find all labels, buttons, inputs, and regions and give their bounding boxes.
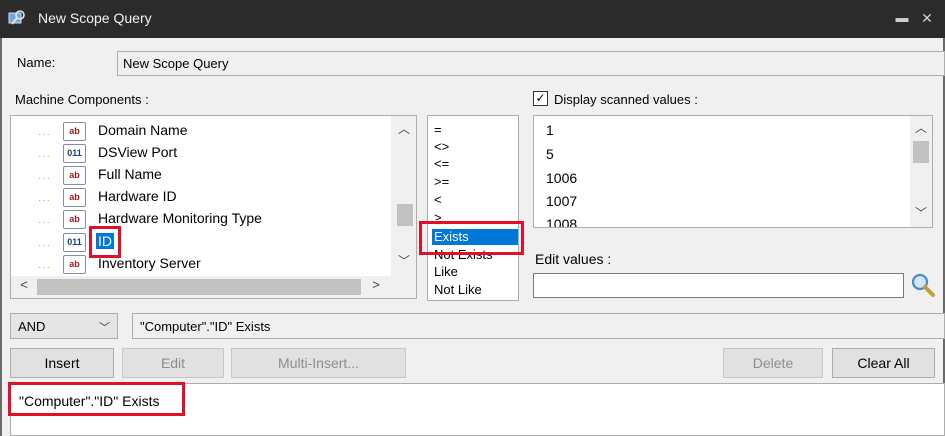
window-title: New Scope Query xyxy=(38,10,152,26)
edit-values-input[interactable] xyxy=(533,273,904,298)
operator-item[interactable]: Not Like xyxy=(432,282,518,298)
display-scanned-values-label: Display scanned values : xyxy=(554,92,698,107)
tree-horizontal-scrollbar[interactable]: < > xyxy=(11,276,391,298)
title-bar: New Scope Query ▬ ✕ xyxy=(0,0,945,38)
tree-connector: ··· xyxy=(38,217,51,228)
edit-button[interactable]: Edit xyxy=(122,348,224,378)
tree-item[interactable]: ··· 011 DSView Port xyxy=(11,141,391,163)
operator-item[interactable]: > xyxy=(432,210,518,220)
value-item[interactable]: 1007 xyxy=(546,193,577,209)
operator-item-selected[interactable]: Exists xyxy=(432,229,518,245)
numeric-field-icon: 011 xyxy=(63,233,86,252)
scroll-thumb[interactable] xyxy=(37,279,361,295)
tree-connector: ··· xyxy=(38,173,51,184)
value-item[interactable]: 1008 xyxy=(546,216,577,227)
operator-item[interactable]: < xyxy=(432,192,518,208)
tree-item-label: Domain Name xyxy=(98,122,188,138)
edit-values-label: Edit values : xyxy=(535,251,612,267)
operator-item[interactable]: <> xyxy=(432,139,518,155)
value-item[interactable]: 1 xyxy=(546,122,554,138)
display-scanned-values-checkbox[interactable]: ✓ xyxy=(533,91,548,106)
clear-all-button[interactable]: Clear All xyxy=(832,348,935,378)
text-field-icon: ab xyxy=(63,188,86,207)
tree-connector: ··· xyxy=(38,240,51,251)
name-input[interactable]: New Scope Query xyxy=(117,51,945,76)
text-field-icon: ab xyxy=(63,255,86,274)
tree-item[interactable]: ··· ab Inventory Server xyxy=(11,252,391,274)
scanned-values-list[interactable]: 1 5 1006 1007 1008 ︿ ﹀ xyxy=(533,115,933,228)
machine-components-tree[interactable]: ··· ab Domain Name ··· 011 DSView Port ·… xyxy=(10,115,417,299)
search-icon[interactable] xyxy=(908,270,938,300)
tree-item[interactable]: ··· ab Full Name xyxy=(11,163,391,185)
name-label: Name: xyxy=(17,55,56,70)
text-field-icon: ab xyxy=(63,166,86,185)
scroll-thumb[interactable] xyxy=(913,141,929,163)
logic-operator-select[interactable]: AND ﹀ xyxy=(10,313,118,339)
insert-button[interactable]: Insert xyxy=(10,348,114,378)
app-icon xyxy=(7,8,27,28)
scroll-corner xyxy=(391,276,416,298)
tree-item-selected[interactable]: ··· 011 ID xyxy=(11,230,391,252)
multi-insert-button[interactable]: Multi-Insert... xyxy=(231,348,406,378)
scroll-up-arrow-icon[interactable]: ︿ xyxy=(910,119,932,137)
tree-item-label-wrap: ID xyxy=(96,233,114,249)
operator-item[interactable]: <= xyxy=(432,156,518,172)
tree-item-label: DSView Port xyxy=(98,144,178,160)
value-item[interactable]: 5 xyxy=(546,146,554,162)
operator-item[interactable]: Like xyxy=(432,264,518,280)
tree-item-label: Hardware Monitoring Type xyxy=(98,210,262,226)
tree-connector: ··· xyxy=(38,262,51,273)
text-field-icon: ab xyxy=(63,210,86,229)
expression-field[interactable]: "Computer"."ID" Exists xyxy=(132,313,945,339)
text-field-icon: ab xyxy=(63,122,86,141)
operator-list[interactable]: = <> <= >= < > Exists Not Exists Like No… xyxy=(427,115,519,301)
scroll-right-arrow-icon[interactable]: > xyxy=(363,277,389,297)
scroll-left-arrow-icon[interactable]: < xyxy=(11,277,37,297)
query-text: "Computer"."ID" Exists xyxy=(19,393,160,409)
tree-item-label: ID xyxy=(96,233,114,249)
tree-item[interactable]: ··· ab Hardware Monitoring Type xyxy=(11,207,391,229)
tree-item-label: Full Name xyxy=(98,166,162,182)
value-item[interactable]: 1006 xyxy=(546,170,577,186)
delete-button[interactable]: Delete xyxy=(723,348,823,378)
minimize-button[interactable]: ▬ xyxy=(893,8,911,28)
operator-item[interactable]: Not Exists xyxy=(432,247,518,263)
scroll-up-arrow-icon[interactable]: ︿ xyxy=(391,120,416,140)
chevron-down-icon: ﹀ xyxy=(99,322,110,334)
tree-connector: ··· xyxy=(38,129,51,140)
close-button[interactable]: ✕ xyxy=(918,8,936,28)
scroll-thumb[interactable] xyxy=(397,204,413,226)
machine-components-label: Machine Components : xyxy=(15,92,149,107)
tree-item[interactable]: ··· ab Domain Name xyxy=(11,119,391,141)
tree-connector: ··· xyxy=(38,151,51,162)
tree-item-label: Hardware ID xyxy=(98,188,177,204)
tree-item[interactable]: ··· ab Hardware ID xyxy=(11,185,391,207)
values-vertical-scrollbar[interactable]: ︿ ﹀ xyxy=(910,116,932,227)
tree-vertical-scrollbar[interactable]: ︿ ﹀ xyxy=(391,116,416,276)
operator-item[interactable]: = xyxy=(432,122,518,138)
operator-item[interactable]: >= xyxy=(432,174,518,190)
tree-item-label: Inventory Server xyxy=(98,255,201,271)
logic-operator-value: AND xyxy=(18,319,46,334)
tree-connector: ··· xyxy=(38,195,51,206)
query-text-area[interactable]: "Computer"."ID" Exists xyxy=(10,383,945,436)
numeric-field-icon: 011 xyxy=(63,144,86,163)
scroll-down-arrow-icon[interactable]: ﹀ xyxy=(391,252,416,272)
scroll-down-arrow-icon[interactable]: ﹀ xyxy=(910,204,932,222)
